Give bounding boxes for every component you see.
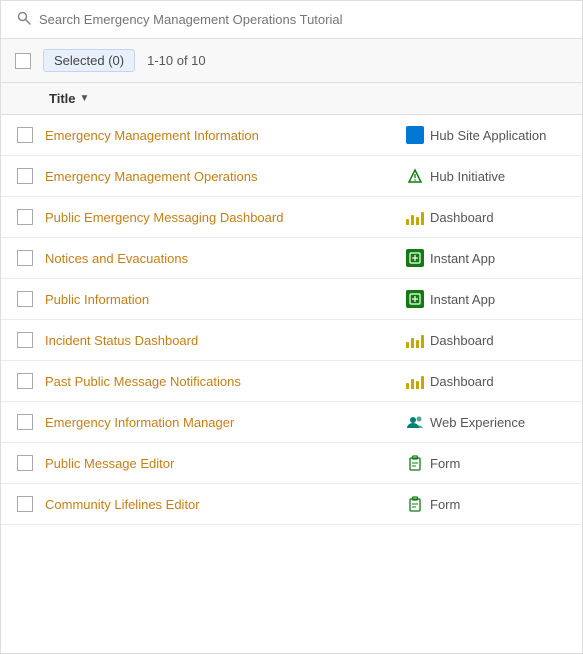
row-title-3[interactable]: Notices and Evacuations xyxy=(45,251,394,266)
row-checkbox-6[interactable] xyxy=(17,373,33,389)
instant-app-icon xyxy=(406,249,424,267)
page-info: 1-10 of 10 xyxy=(147,53,206,68)
row-type-2: Dashboard xyxy=(406,208,566,226)
type-label-2: Dashboard xyxy=(430,210,494,225)
search-icon xyxy=(17,11,31,28)
hub-site-icon xyxy=(406,126,424,144)
hub-initiative-icon xyxy=(406,167,424,185)
row-type-5: Dashboard xyxy=(406,331,566,349)
table-row: Emergency Information Manager Web Experi… xyxy=(1,402,582,443)
form-icon xyxy=(406,495,424,513)
row-title-2[interactable]: Public Emergency Messaging Dashboard xyxy=(45,210,394,225)
row-checkbox-1[interactable] xyxy=(17,168,33,184)
table-row: Emergency Management Information Hub Sit… xyxy=(1,115,582,156)
type-label-0: Hub Site Application xyxy=(430,128,546,143)
search-bar xyxy=(1,1,582,39)
row-title-4[interactable]: Public Information xyxy=(45,292,394,307)
row-type-6: Dashboard xyxy=(406,372,566,390)
row-title-7[interactable]: Emergency Information Manager xyxy=(45,415,394,430)
row-type-8: Form xyxy=(406,454,566,472)
type-label-3: Instant App xyxy=(430,251,495,266)
table-body: Emergency Management Information Hub Sit… xyxy=(1,115,582,525)
table-row: Emergency Management Operations Hub Init… xyxy=(1,156,582,197)
row-checkbox-8[interactable] xyxy=(17,455,33,471)
instant-app-icon xyxy=(406,290,424,308)
dashboard-icon xyxy=(406,372,424,390)
row-title-9[interactable]: Community Lifelines Editor xyxy=(45,497,394,512)
table-row: Public Emergency Messaging Dashboard Das… xyxy=(1,197,582,238)
select-all-checkbox[interactable] xyxy=(15,53,31,69)
type-label-6: Dashboard xyxy=(430,374,494,389)
table-header: Title ▼ xyxy=(1,83,582,115)
row-checkbox-4[interactable] xyxy=(17,291,33,307)
row-type-9: Form xyxy=(406,495,566,513)
row-checkbox-7[interactable] xyxy=(17,414,33,430)
table-row: Incident Status Dashboard Dashboard xyxy=(1,320,582,361)
column-title-header[interactable]: Title ▼ xyxy=(49,91,89,106)
row-type-0: Hub Site Application xyxy=(406,126,566,144)
row-title-8[interactable]: Public Message Editor xyxy=(45,456,394,471)
row-type-3: Instant App xyxy=(406,249,566,267)
web-experience-icon xyxy=(406,413,424,431)
row-type-1: Hub Initiative xyxy=(406,167,566,185)
dashboard-icon xyxy=(406,208,424,226)
row-checkbox-3[interactable] xyxy=(17,250,33,266)
form-icon xyxy=(406,454,424,472)
row-checkbox-5[interactable] xyxy=(17,332,33,348)
table-row: Public Message Editor Form xyxy=(1,443,582,484)
row-title-1[interactable]: Emergency Management Operations xyxy=(45,169,394,184)
sort-arrow-icon: ▼ xyxy=(80,93,90,104)
table-row: Community Lifelines Editor Form xyxy=(1,484,582,525)
table-row: Past Public Message Notifications Dashbo… xyxy=(1,361,582,402)
toolbar: Selected (0) 1-10 of 10 xyxy=(1,39,582,83)
type-label-9: Form xyxy=(430,497,460,512)
row-title-0[interactable]: Emergency Management Information xyxy=(45,128,394,143)
search-input[interactable] xyxy=(39,12,566,27)
type-label-4: Instant App xyxy=(430,292,495,307)
table-row: Public Information Instant App xyxy=(1,279,582,320)
row-title-6[interactable]: Past Public Message Notifications xyxy=(45,374,394,389)
row-checkbox-2[interactable] xyxy=(17,209,33,225)
dashboard-icon xyxy=(406,331,424,349)
row-checkbox-9[interactable] xyxy=(17,496,33,512)
type-label-7: Web Experience xyxy=(430,415,525,430)
row-checkbox-0[interactable] xyxy=(17,127,33,143)
type-label-5: Dashboard xyxy=(430,333,494,348)
type-label-1: Hub Initiative xyxy=(430,169,505,184)
row-type-4: Instant App xyxy=(406,290,566,308)
table-row: Notices and Evacuations Instant App xyxy=(1,238,582,279)
selected-badge[interactable]: Selected (0) xyxy=(43,49,135,72)
type-label-8: Form xyxy=(430,456,460,471)
row-type-7: Web Experience xyxy=(406,413,566,431)
row-title-5[interactable]: Incident Status Dashboard xyxy=(45,333,394,348)
